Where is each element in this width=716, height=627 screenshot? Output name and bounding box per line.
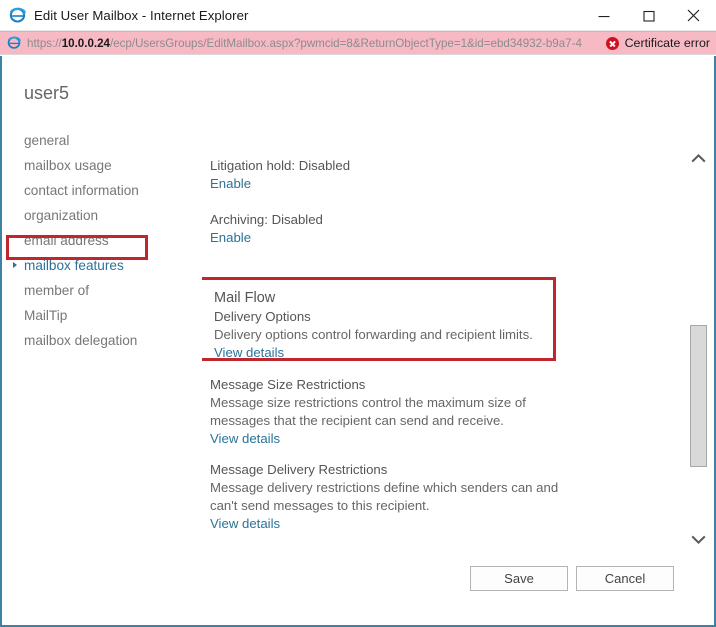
message-delivery-restrictions-section: Message Delivery Restrictions Message de… xyxy=(210,461,560,533)
delivery-options-title: Delivery Options xyxy=(214,309,311,324)
page-content: user5 general mailbox usage contact info… xyxy=(0,56,716,627)
sidebar-item-general[interactable]: general xyxy=(2,128,202,153)
sidebar-item-label: MailTip xyxy=(24,308,68,323)
sidebar-item-label: mailbox delegation xyxy=(24,333,138,348)
close-button[interactable] xyxy=(671,0,716,31)
mail-flow-highlight-box: Mail Flow Delivery Options Delivery opti… xyxy=(202,277,556,361)
sidebar-item-label: mailbox usage xyxy=(24,158,112,173)
save-button[interactable]: Save xyxy=(470,566,568,591)
mailbox-features-panel: Litigation hold: Disabled Enable Archivi… xyxy=(202,56,687,625)
url-host: 10.0.0.24 xyxy=(61,36,110,50)
caret-right-icon xyxy=(13,262,17,268)
litigation-hold-section: Litigation hold: Disabled Enable xyxy=(210,157,560,193)
content-scrollbar[interactable] xyxy=(685,56,712,625)
sidebar-item-organization[interactable]: organization xyxy=(2,203,202,228)
address-bar-site-icon xyxy=(7,36,21,50)
litigation-hold-status: Litigation hold: Disabled xyxy=(210,158,351,173)
sidebar-item-label: email address xyxy=(24,233,109,248)
maximize-button[interactable] xyxy=(626,0,671,31)
message-size-restrictions-title: Message Size Restrictions xyxy=(210,377,366,392)
litigation-hold-enable-link[interactable]: Enable xyxy=(210,175,251,193)
message-delivery-restrictions-description: Message delivery restrictions define whi… xyxy=(210,480,559,513)
sidebar-item-email-address[interactable]: email address xyxy=(2,228,202,253)
scroll-down-button[interactable] xyxy=(685,529,712,551)
message-delivery-restrictions-view-details-link[interactable]: View details xyxy=(210,515,280,533)
sidebar-item-label: organization xyxy=(24,208,99,223)
sidebar-item-label: member of xyxy=(24,283,89,298)
page-title: user5 xyxy=(24,83,70,103)
sidebar-item-member-of[interactable]: member of xyxy=(2,278,202,303)
delivery-options-description: Delivery options control forwarding and … xyxy=(214,327,533,342)
sidebar-nav-list: general mailbox usage contact informatio… xyxy=(2,128,202,353)
message-size-restrictions-description: Message size restrictions control the ma… xyxy=(210,395,526,428)
sidebar-item-mailbox-features[interactable]: mailbox features xyxy=(2,253,202,278)
mail-flow-section: Mail Flow Delivery Options Delivery opti… xyxy=(202,280,553,362)
sidebar-item-contact-information[interactable]: contact information xyxy=(2,178,202,203)
minimize-button[interactable] xyxy=(581,0,626,31)
certificate-error-badge[interactable]: Certificate error xyxy=(600,36,710,50)
sidebar-item-mailbox-delegation[interactable]: mailbox delegation xyxy=(2,328,202,353)
url-scheme: https:// xyxy=(27,36,62,50)
sidebar-item-mailbox-usage[interactable]: mailbox usage xyxy=(2,153,202,178)
mail-flow-title: Mail Flow xyxy=(214,290,276,306)
url-path: /ecp/UsersGroups/EditMailbox.aspx?pwmcid… xyxy=(109,36,582,50)
sidebar-item-mailtip[interactable]: MailTip xyxy=(2,303,202,328)
sidebar-item-label: contact information xyxy=(24,183,139,198)
ie-browser-window: Edit User Mailbox - Internet Explorer ht… xyxy=(0,0,716,627)
window-titlebar: Edit User Mailbox - Internet Explorer xyxy=(0,0,716,31)
address-bar-url[interactable]: https://10.0.0.24/ecp/UsersGroups/EditMa… xyxy=(27,37,600,50)
message-delivery-restrictions-title: Message Delivery Restrictions xyxy=(210,462,388,477)
archiving-section: Archiving: Disabled Enable xyxy=(210,211,560,247)
sidebar-item-label: mailbox features xyxy=(24,258,124,273)
sidebar-item-label: general xyxy=(24,133,70,148)
chevron-up-icon xyxy=(691,150,706,168)
message-size-restrictions-view-details-link[interactable]: View details xyxy=(210,430,280,448)
archiving-enable-link[interactable]: Enable xyxy=(210,229,251,247)
chevron-down-icon xyxy=(691,531,706,549)
window-controls xyxy=(581,0,716,31)
scroll-up-button[interactable] xyxy=(685,148,712,170)
certificate-error-label: Certificate error xyxy=(624,36,710,50)
dialog-footer: Save Cancel xyxy=(2,566,714,625)
scrollbar-thumb[interactable] xyxy=(690,325,707,467)
cancel-button[interactable]: Cancel xyxy=(576,566,674,591)
certificate-error-icon xyxy=(605,36,619,50)
message-size-restrictions-section: Message Size Restrictions Message size r… xyxy=(210,376,560,448)
address-bar[interactable]: https://10.0.0.24/ecp/UsersGroups/EditMa… xyxy=(0,31,716,55)
internet-explorer-icon xyxy=(9,7,26,24)
archiving-status: Archiving: Disabled xyxy=(210,212,323,227)
window-title: Edit User Mailbox - Internet Explorer xyxy=(34,7,249,23)
delivery-options-view-details-link[interactable]: View details xyxy=(214,344,284,362)
